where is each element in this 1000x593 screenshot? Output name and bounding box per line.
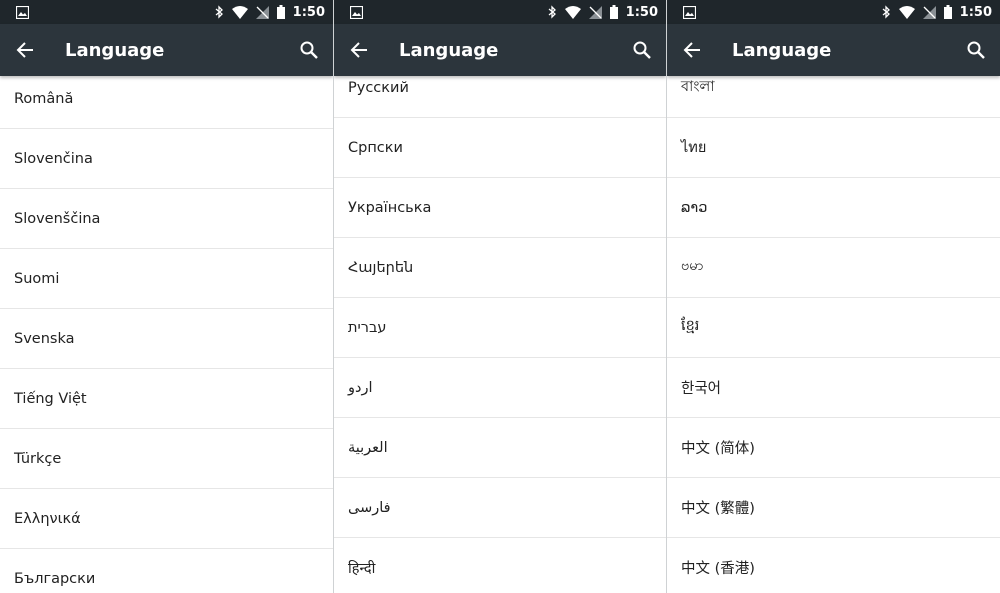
list-item[interactable]: Српски xyxy=(334,118,666,178)
bluetooth-icon xyxy=(214,5,224,19)
wifi-icon xyxy=(898,5,915,19)
list-item[interactable]: Українська xyxy=(334,178,666,238)
list-item[interactable]: 中文 (繁體) xyxy=(667,478,1000,538)
no-signal-icon xyxy=(922,5,936,19)
wifi-icon xyxy=(564,5,581,19)
language-list[interactable]: Română Slovenčina Slovenščina Suomi Sven… xyxy=(0,76,333,593)
battery-icon xyxy=(609,5,618,19)
wifi-icon xyxy=(231,5,248,19)
list-item[interactable]: Svenska xyxy=(0,309,333,369)
status-bar: 1:50 xyxy=(667,0,1000,24)
list-item[interactable]: ဗမာ xyxy=(667,238,1000,298)
language-list[interactable]: বাংলা ไทย ລາວ ဗမာ ខ្មែរ 한국어 中文 (简体) 中文 (… xyxy=(667,76,1000,593)
bluetooth-icon xyxy=(547,5,557,19)
back-button[interactable] xyxy=(0,24,50,76)
page-title: Language xyxy=(399,39,499,61)
screen-3: 1:50 Language বাংলা ไทย ລາວ ဗမာ ខ្មែរ 한국… xyxy=(667,0,1000,593)
list-item[interactable]: Русский xyxy=(334,76,666,118)
list-item[interactable]: বাংলা xyxy=(667,76,1000,118)
toolbar: Language xyxy=(667,24,1000,76)
no-signal-icon xyxy=(255,5,269,19)
search-icon xyxy=(967,41,985,59)
no-signal-icon xyxy=(588,5,602,19)
battery-icon xyxy=(276,5,285,19)
list-item[interactable]: 中文 (香港) xyxy=(667,538,1000,593)
page-title: Language xyxy=(65,39,165,61)
list-item[interactable]: ไทย xyxy=(667,118,1000,178)
back-button[interactable] xyxy=(334,24,384,76)
search-icon xyxy=(633,41,651,59)
page-title: Language xyxy=(732,39,832,61)
status-bar: 1:50 xyxy=(0,0,333,24)
status-time: 1:50 xyxy=(292,4,325,20)
search-icon xyxy=(300,41,318,59)
list-item[interactable]: ខ្មែរ xyxy=(667,298,1000,358)
bluetooth-icon xyxy=(881,5,891,19)
search-button[interactable] xyxy=(618,24,666,76)
image-icon xyxy=(350,5,363,19)
list-item[interactable]: Ελληνικά xyxy=(0,489,333,549)
list-item[interactable]: فارسی xyxy=(334,478,666,538)
list-item[interactable]: हिन्दी xyxy=(334,538,666,593)
back-arrow-icon xyxy=(350,42,367,58)
search-button[interactable] xyxy=(285,24,333,76)
status-bar: 1:50 xyxy=(334,0,666,24)
toolbar: Language xyxy=(0,24,333,76)
list-item[interactable]: Tiếng Việt xyxy=(0,369,333,429)
list-item[interactable]: Հայերեն xyxy=(334,238,666,298)
list-item[interactable]: עברית xyxy=(334,298,666,358)
image-icon xyxy=(16,5,29,19)
image-icon xyxy=(683,5,696,19)
status-time: 1:50 xyxy=(625,4,658,20)
list-item[interactable]: Български xyxy=(0,549,333,593)
list-item[interactable]: العربية xyxy=(334,418,666,478)
list-item[interactable]: اردو xyxy=(334,358,666,418)
list-item[interactable]: 한국어 xyxy=(667,358,1000,418)
screen-1: 1:50 Language Română Slovenčina Slovenšč… xyxy=(0,0,333,593)
back-arrow-icon xyxy=(683,42,700,58)
back-arrow-icon xyxy=(16,42,33,58)
search-button[interactable] xyxy=(952,24,1000,76)
battery-icon xyxy=(943,5,952,19)
list-item[interactable]: Română xyxy=(0,76,333,129)
list-item[interactable]: Suomi xyxy=(0,249,333,309)
list-item[interactable]: 中文 (简体) xyxy=(667,418,1000,478)
status-time: 1:50 xyxy=(959,4,992,20)
language-list[interactable]: Русский Српски Українська Հայերեն עברית … xyxy=(334,76,666,593)
list-item[interactable]: ລາວ xyxy=(667,178,1000,238)
list-item[interactable]: Türkçe xyxy=(0,429,333,489)
back-button[interactable] xyxy=(667,24,717,76)
list-item[interactable]: Slovenščina xyxy=(0,189,333,249)
toolbar: Language xyxy=(334,24,666,76)
list-item[interactable]: Slovenčina xyxy=(0,129,333,189)
screens: 1:50 Language Română Slovenčina Slovenšč… xyxy=(0,0,1000,593)
screen-2: 1:50 Language Русский Српски Українська … xyxy=(333,0,667,593)
